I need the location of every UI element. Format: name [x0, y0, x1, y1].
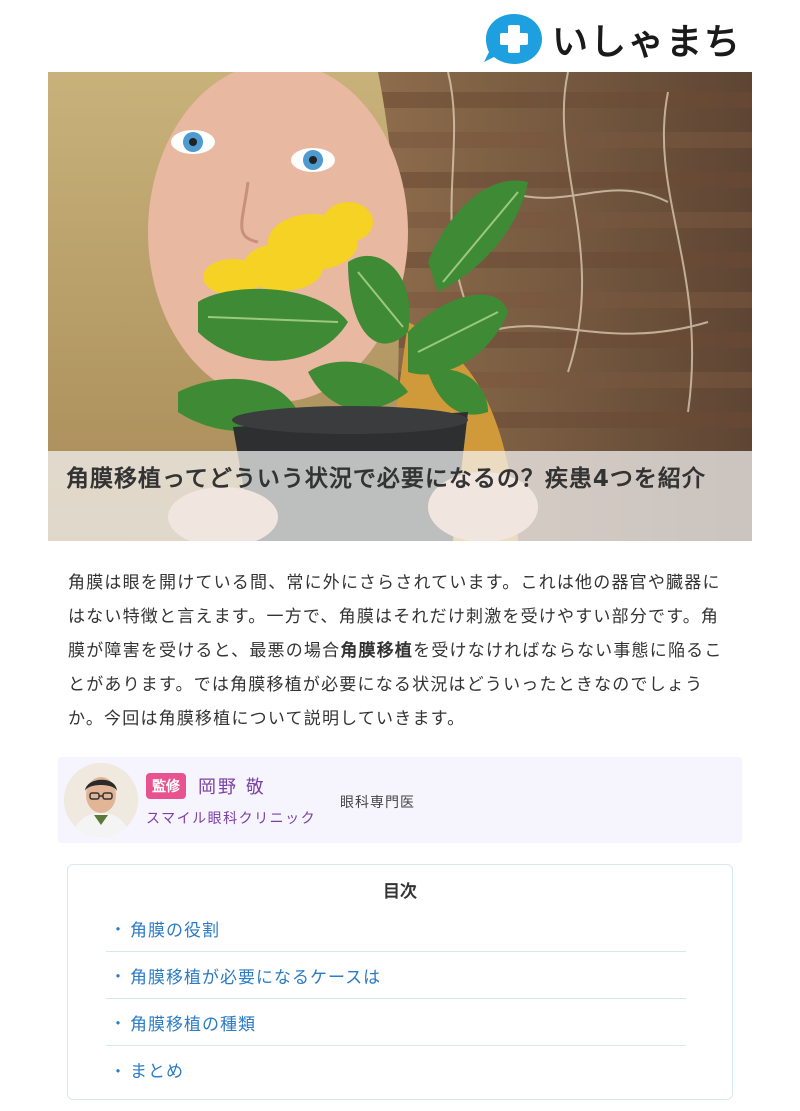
site-header: いしゃまち — [0, 0, 800, 72]
supervisor-name[interactable]: 岡野 敬 — [198, 773, 266, 799]
article-title: 角膜移植ってどういう状況で必要になるの？疾患4つを紹介 — [66, 466, 706, 492]
toc-link-cases[interactable]: 角膜移植が必要になるケースは — [130, 963, 381, 988]
intro-paragraph: 角膜は眼を開けている間、常に外にさらされています。これは他の器官や臓器にはない特… — [68, 566, 732, 736]
toc-list: ・ 角膜の役割 ・ 角膜移植が必要になるケースは ・ 角膜移植の種類 ・ まとめ — [106, 905, 686, 1093]
toc-bullet: ・ — [110, 1061, 127, 1081]
logo-text: いしゃまち — [551, 22, 742, 63]
toc-item[interactable]: ・ 角膜の役割 — [106, 905, 686, 952]
supervisor-title: 眼科専門医 — [340, 795, 415, 811]
site-logo[interactable]: いしゃまち — [482, 10, 742, 68]
toc-link-summary[interactable]: まとめ — [130, 1057, 184, 1082]
hero-caption: 角膜移植ってどういう状況で必要になるの？疾患4つを紹介 — [48, 451, 752, 541]
intro-bold-keyword: 角膜移植 — [340, 641, 414, 661]
supervision-badge: 監修 — [146, 773, 186, 799]
toc-link-role[interactable]: 角膜の役割 — [130, 916, 220, 941]
medical-cross-bubble-icon — [482, 12, 546, 66]
toc-bullet: ・ — [110, 967, 127, 986]
supervisor-clinic[interactable]: スマイル眼科クリニック — [146, 808, 316, 828]
toc-item[interactable]: ・ まとめ — [106, 1046, 686, 1093]
toc-bullet: ・ — [110, 920, 127, 939]
avatar[interactable] — [64, 763, 138, 837]
toc-item[interactable]: ・ 角膜移植の種類 — [106, 999, 686, 1046]
toc-bullet: ・ — [110, 1014, 127, 1033]
supervisor-box: 監修 岡野 敬 スマイル眼科クリニック 眼科専門医 — [58, 757, 742, 843]
toc-item[interactable]: ・ 角膜移植が必要になるケースは — [106, 952, 686, 999]
toc-title: 目次 — [383, 882, 417, 902]
toc-link-types[interactable]: 角膜移植の種類 — [130, 1010, 256, 1035]
hero-image: 角膜移植ってどういう状況で必要になるの？疾患4つを紹介 — [48, 72, 752, 541]
table-of-contents: 目次 ・ 角膜の役割 ・ 角膜移植が必要になるケースは ・ 角膜移植の種類 ・ … — [67, 864, 733, 1100]
